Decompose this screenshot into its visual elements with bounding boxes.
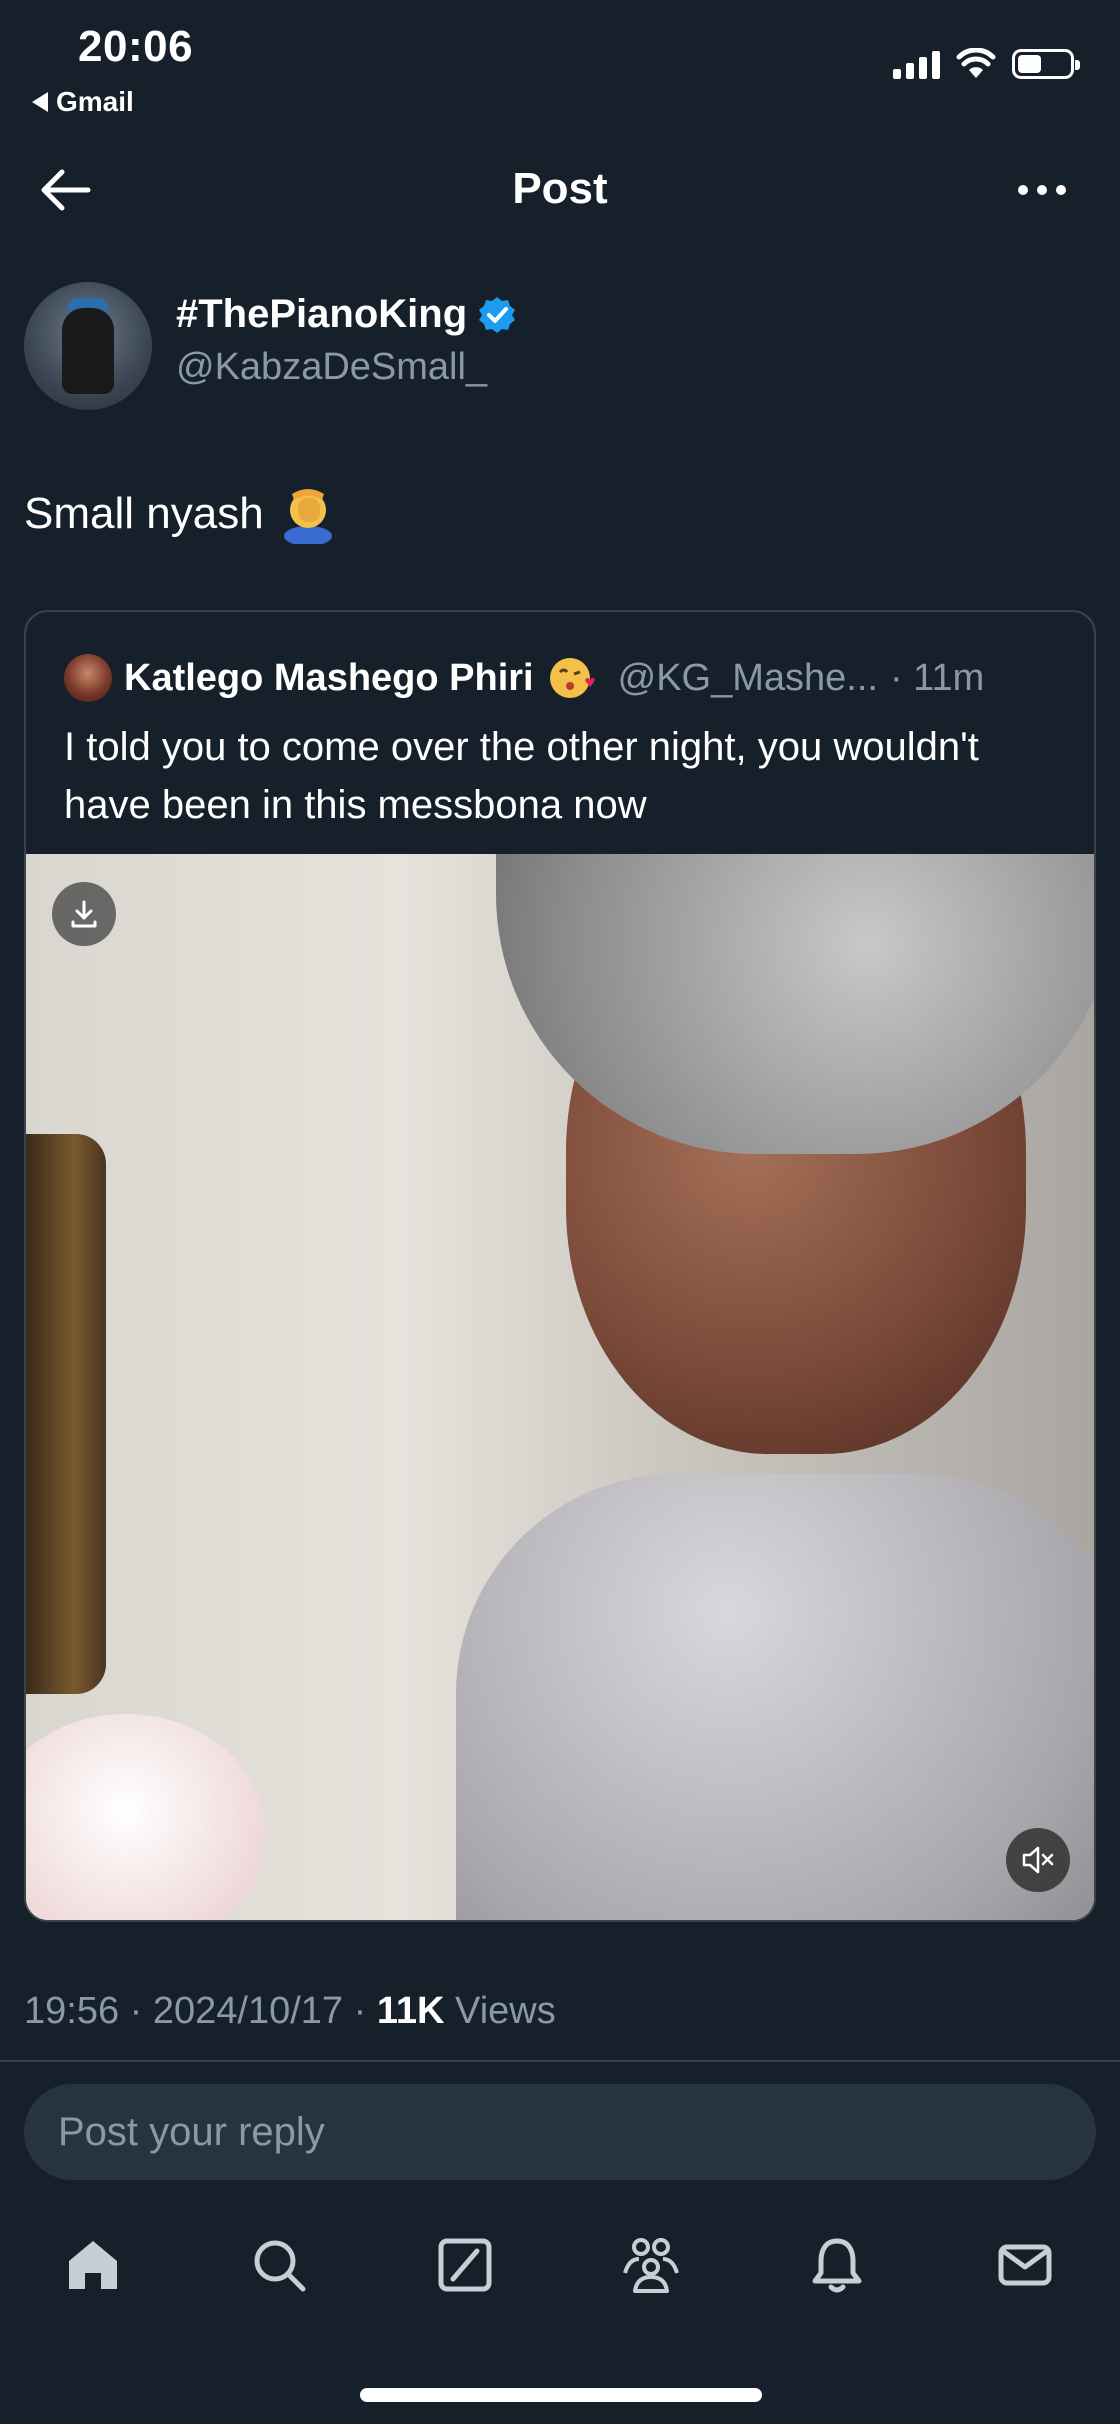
download-button[interactable] bbox=[52, 882, 116, 946]
notifications-icon bbox=[812, 2238, 862, 2293]
back-triangle-icon bbox=[32, 92, 48, 112]
divider bbox=[0, 2060, 1120, 2062]
muted-speaker-icon bbox=[1022, 1846, 1054, 1874]
quoted-avatar bbox=[64, 654, 112, 702]
download-icon bbox=[71, 900, 97, 928]
face-palm-emoji-icon bbox=[283, 489, 332, 544]
wifi-icon bbox=[956, 48, 996, 78]
back-to-app-link[interactable]: Gmail bbox=[32, 86, 134, 118]
tab-notifications[interactable] bbox=[802, 2230, 872, 2300]
tab-home[interactable] bbox=[58, 2230, 128, 2300]
back-app-label: Gmail bbox=[56, 86, 134, 117]
tab-communities[interactable] bbox=[616, 2230, 686, 2300]
views-label: Views bbox=[455, 1990, 556, 2032]
post-text: Small nyash bbox=[24, 484, 338, 544]
tab-messages[interactable] bbox=[990, 2230, 1060, 2300]
video-frame-shirt bbox=[456, 1474, 1094, 1920]
status-bar: 20:06 Gmail bbox=[0, 0, 1120, 130]
mute-button[interactable] bbox=[1006, 1828, 1070, 1892]
nav-header: Post bbox=[0, 140, 1120, 240]
quoted-handle: @KG_Mashe... bbox=[617, 656, 878, 699]
video-player[interactable] bbox=[26, 854, 1094, 1920]
cellular-signal-icon bbox=[893, 49, 940, 79]
avatar[interactable] bbox=[24, 282, 152, 410]
post-text-content: Small nyash bbox=[24, 489, 264, 538]
bottom-tab-bar bbox=[0, 2230, 1120, 2310]
kissing-face-emoji-icon bbox=[549, 658, 595, 698]
author-display-name[interactable]: #ThePianoKing bbox=[176, 292, 517, 337]
quoted-post-card[interactable]: Katlego Mashego Phiri @KG_Mashe... · 11m… bbox=[24, 610, 1096, 1922]
reply-input[interactable]: Post your reply bbox=[24, 2084, 1096, 2180]
author-handle[interactable]: @KabzaDeSmall_ bbox=[176, 346, 487, 389]
messages-icon bbox=[998, 2244, 1052, 2286]
grok-icon bbox=[438, 2238, 492, 2292]
quoted-post-text: I told you to come over the other night,… bbox=[64, 725, 979, 827]
post-meta: 19:56 · 2024/10/17 · 11K Views bbox=[24, 1990, 556, 2033]
more-options-icon[interactable] bbox=[1012, 170, 1072, 210]
quoted-post-header: Katlego Mashego Phiri @KG_Mashe... · 11m bbox=[64, 652, 984, 704]
page-title: Post bbox=[512, 164, 608, 213]
post-date: 2024/10/17 bbox=[152, 1990, 344, 2032]
meta-separator: · bbox=[129, 1990, 143, 2032]
video-frame-bottle bbox=[26, 1134, 106, 1694]
search-icon bbox=[254, 2240, 306, 2292]
home-indicator bbox=[360, 2388, 762, 2402]
post-author: #ThePianoKing @KabzaDeSmall_ bbox=[24, 282, 1104, 412]
verified-badge-icon bbox=[479, 296, 516, 333]
status-icons bbox=[893, 48, 1080, 80]
views-count: 11K bbox=[376, 1990, 445, 2032]
tab-grok[interactable] bbox=[430, 2230, 500, 2300]
post-time: 19:56 bbox=[24, 1990, 120, 2032]
display-name-text: #ThePianoKing bbox=[176, 292, 468, 336]
battery-icon bbox=[1012, 49, 1080, 79]
reply-placeholder: Post your reply bbox=[58, 2109, 325, 2154]
quoted-display-name: Katlego Mashego Phiri bbox=[124, 656, 534, 699]
quoted-age: · 11m bbox=[889, 656, 985, 699]
meta-separator: · bbox=[353, 1990, 367, 2032]
tab-search[interactable] bbox=[244, 2230, 314, 2300]
home-icon bbox=[69, 2241, 117, 2289]
communities-icon bbox=[623, 2238, 679, 2293]
status-time: 20:06 bbox=[78, 22, 194, 71]
